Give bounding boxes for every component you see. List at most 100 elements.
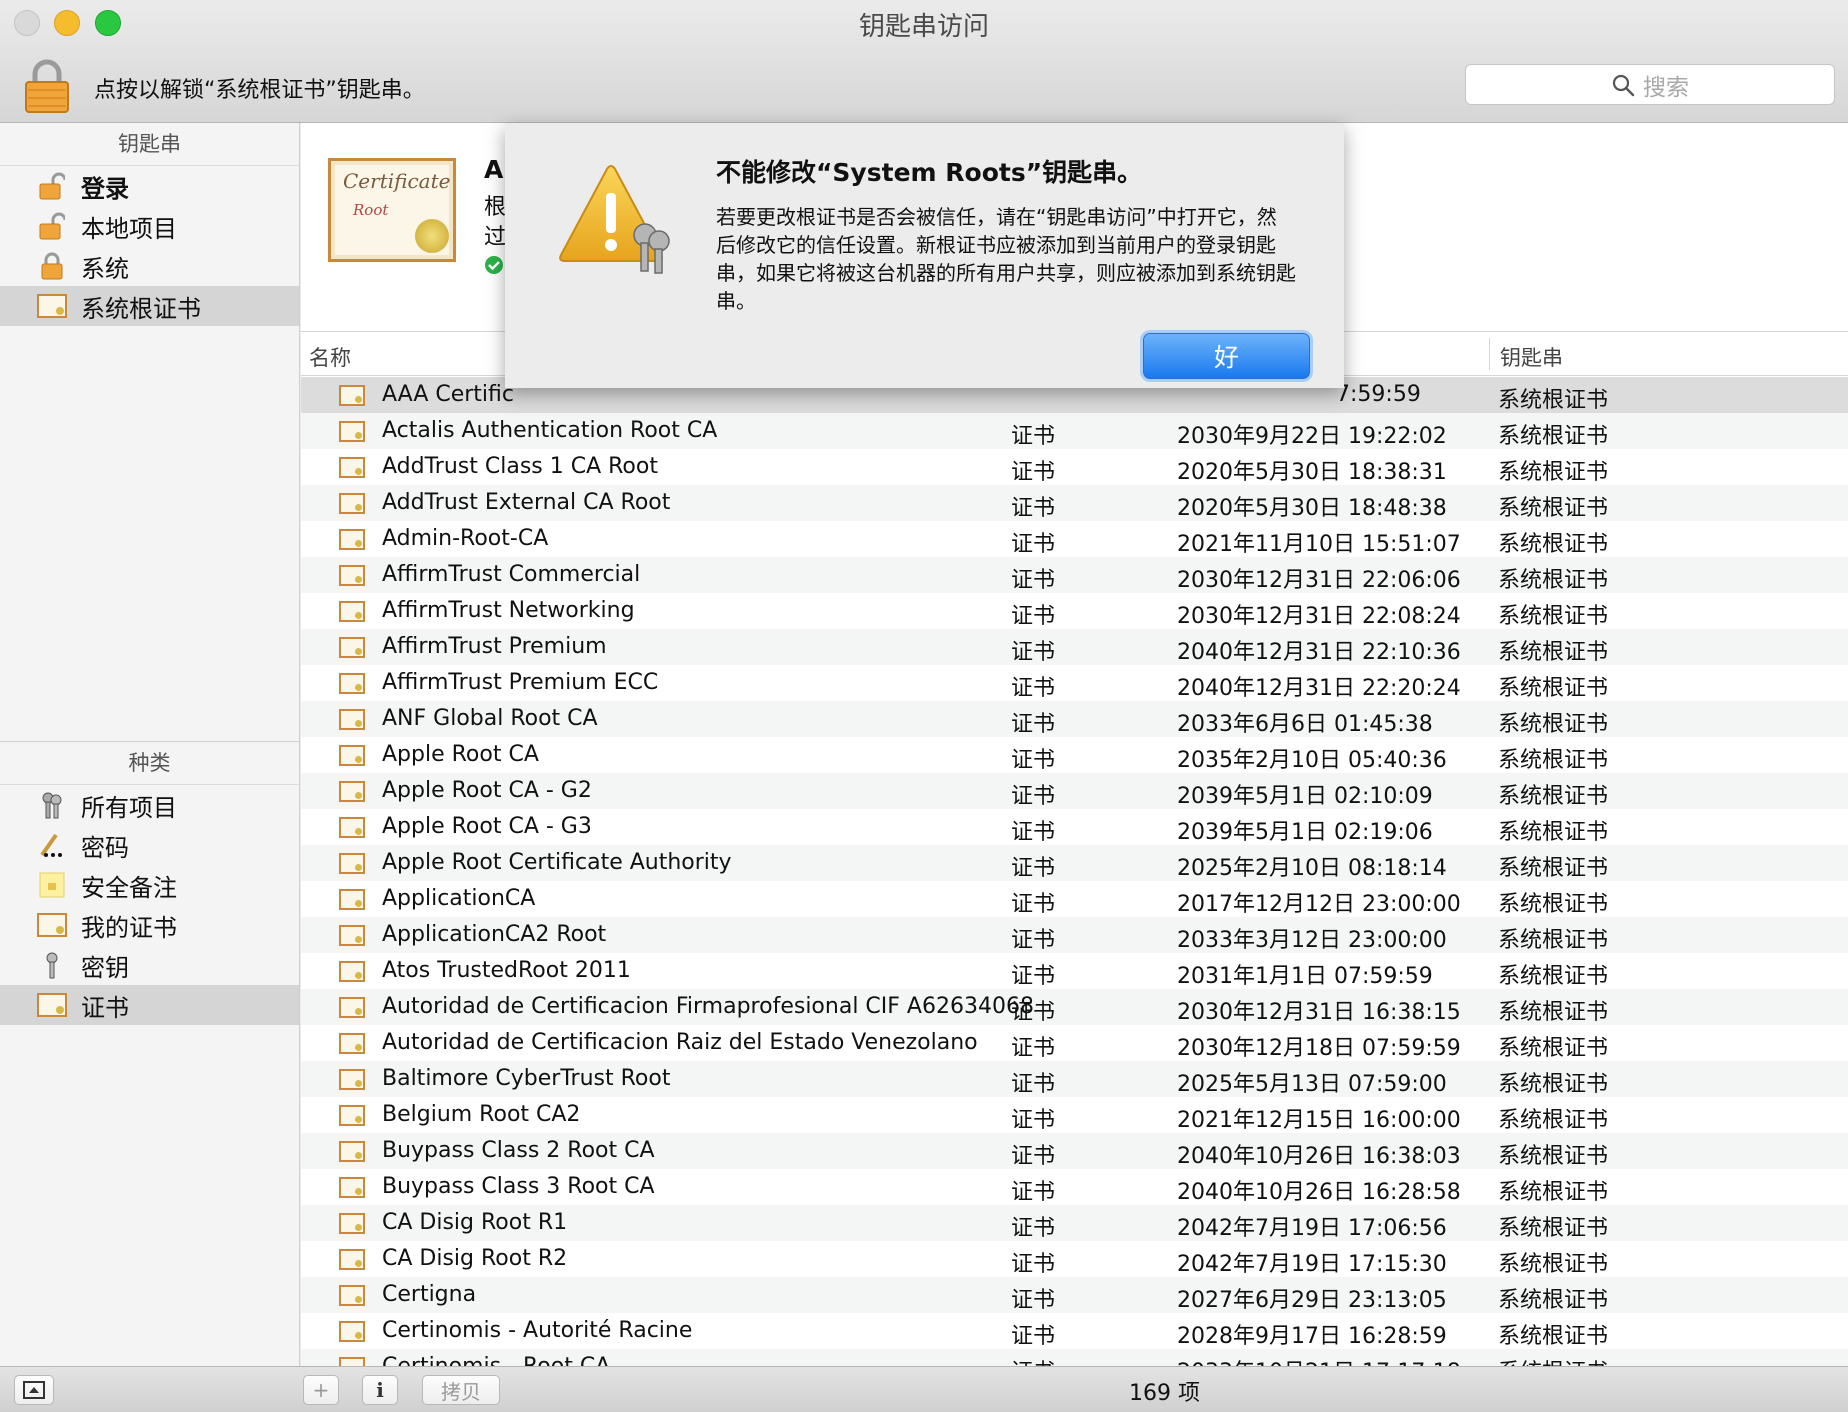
cell-kind: 证书 bbox=[1011, 820, 1056, 845]
cell-keychain: 系统根证书 bbox=[1498, 1180, 1609, 1205]
cell-keychain: 系统根证书 bbox=[1498, 496, 1609, 521]
cell-keychain: 系统根证书 bbox=[1498, 928, 1609, 953]
cell-name: Buypass Class 2 Root CA bbox=[382, 1138, 655, 1163]
table-row[interactable]: Buypass Class 2 Root CA 证书 2040年10月26日 16:… bbox=[301, 1133, 1848, 1169]
table-row[interactable]: Apple Root Certificate Authority 证书 2025年2… bbox=[301, 845, 1848, 881]
table-row[interactable]: Certinomis - Autorité Racine 证书 2028年9月17日… bbox=[301, 1313, 1848, 1349]
table-row[interactable]: Apple Root CA - G3 证书 2039年5月1日 02:19:06 系统… bbox=[301, 809, 1848, 845]
table-row[interactable]: Baltimore CyberTrust Root 证书 2025年5月13日 07… bbox=[301, 1061, 1848, 1097]
cell-keychain: 系统根证书 bbox=[1498, 964, 1609, 989]
lock-icon bbox=[37, 251, 67, 281]
table-row[interactable]: Atos TrustedRoot 2011 证书 2031年1月1日 07:59:5… bbox=[301, 953, 1848, 989]
cell-keychain: 系统根证书 bbox=[1498, 892, 1609, 917]
table-row[interactable]: AffirmTrust Commercial 证书 2030年12月31日 22:0… bbox=[301, 557, 1848, 593]
cell-keychain: 系统根证书 bbox=[1498, 1108, 1609, 1133]
certificate-icon bbox=[339, 1141, 365, 1162]
cell-kind: 证书 bbox=[1011, 532, 1056, 557]
cell-name: Baltimore CyberTrust Root bbox=[382, 1066, 671, 1091]
info-button[interactable]: i bbox=[362, 1375, 398, 1405]
cell-kind: 证书 bbox=[1011, 1000, 1056, 1025]
keychain-item[interactable]: 登录 bbox=[0, 166, 299, 206]
table-row[interactable]: Certinomis - Root CA 证书 2033年10月21日 17:17:… bbox=[301, 1349, 1848, 1366]
certificate-icon bbox=[339, 997, 365, 1018]
cell-name: AffirmTrust Commercial bbox=[382, 562, 641, 587]
cell-kind: 证书 bbox=[1011, 496, 1056, 521]
certificate-icon bbox=[37, 990, 67, 1020]
cell-name: Certinomis - Root CA bbox=[382, 1354, 610, 1366]
table-row[interactable]: Belgium Root CA2 证书 2021年12月15日 16:00:00 系统… bbox=[301, 1097, 1848, 1133]
search-input[interactable]: 搜索 bbox=[1465, 64, 1835, 105]
table-row[interactable]: AddTrust External CA Root 证书 2020年5月30日 18… bbox=[301, 485, 1848, 521]
table-row[interactable]: AffirmTrust Premium 证书 2040年12月31日 22:10:3… bbox=[301, 629, 1848, 665]
table-row[interactable]: AffirmTrust Networking 证书 2030年12月31日 22:0… bbox=[301, 593, 1848, 629]
column-header-keychain[interactable]: 钥匙串 bbox=[1500, 342, 1563, 372]
cell-keychain: 系统根证书 bbox=[1498, 748, 1609, 773]
cell-date: 2030年12月31日 22:08:24 bbox=[1177, 604, 1461, 629]
keychain-item[interactable]: 系统 bbox=[0, 246, 299, 286]
column-header-name[interactable]: 名称 bbox=[309, 342, 351, 372]
cell-name: AddTrust Class 1 CA Root bbox=[382, 454, 658, 479]
keychain-item-label: 登录 bbox=[81, 174, 129, 203]
column-divider[interactable] bbox=[1489, 338, 1490, 370]
cell-kind: 证书 bbox=[1011, 1180, 1056, 1205]
unlock-prompt[interactable]: 点按以解锁“系统根证书”钥匙串。 bbox=[94, 72, 425, 104]
category-list: 所有项目 密码 安全备注 我的证书 密钥 证书 bbox=[0, 785, 299, 1025]
cell-date: 2042年7月19日 17:15:30 bbox=[1177, 1252, 1447, 1277]
table-row[interactable]: AffirmTrust Premium ECC 证书 2040年12月31日 22:… bbox=[301, 665, 1848, 701]
certificate-icon bbox=[339, 1357, 365, 1366]
table-row[interactable]: Admin-Root-CA 证书 2021年11月10日 15:51:07 系统根证书 bbox=[301, 521, 1848, 557]
keychain-item[interactable]: 本地项目 bbox=[0, 206, 299, 246]
copy-button[interactable]: 拷贝 bbox=[422, 1375, 500, 1405]
cell-kind: 证书 bbox=[1011, 1216, 1056, 1241]
cell-date: 2021年11月10日 15:51:07 bbox=[1177, 532, 1461, 557]
cell-keychain: 系统根证书 bbox=[1498, 460, 1609, 485]
category-item[interactable]: 密钥 bbox=[0, 945, 299, 985]
toggle-sidebar-button[interactable] bbox=[14, 1375, 54, 1405]
category-item[interactable]: 我的证书 bbox=[0, 905, 299, 945]
category-item[interactable]: 安全备注 bbox=[0, 865, 299, 905]
unlocked-lock-icon bbox=[37, 211, 67, 241]
table-row[interactable]: CA Disig Root R1 证书 2042年7月19日 17:06:56 系统根… bbox=[301, 1205, 1848, 1241]
cell-keychain: 系统根证书 bbox=[1498, 1216, 1609, 1241]
trusted-check-icon bbox=[485, 256, 503, 274]
cell-keychain: 系统根证书 bbox=[1498, 1072, 1609, 1097]
cell-name: Apple Root Certificate Authority bbox=[382, 850, 732, 875]
table-row[interactable]: Certigna 证书 2027年6月29日 23:13:05 系统根证书 bbox=[301, 1277, 1848, 1313]
cell-date: 2039年5月1日 02:19:06 bbox=[1177, 820, 1433, 845]
cell-name: ANF Global Root CA bbox=[382, 706, 598, 731]
cell-name: Apple Root CA bbox=[382, 742, 539, 767]
keychain-item[interactable]: 系统根证书 bbox=[0, 286, 299, 326]
table-row[interactable]: CA Disig Root R2 证书 2042年7月19日 17:15:30 系统根… bbox=[301, 1241, 1848, 1277]
table-row[interactable]: Apple Root CA - G2 证书 2039年5月1日 02:10:09 系统… bbox=[301, 773, 1848, 809]
sidebar: 钥匙串 登录 本地项目 系统 系统根证书 种类 所有项目 密码 安全备注 我的证书 密钥 证书 bbox=[0, 123, 300, 1366]
cell-name: AffirmTrust Premium ECC bbox=[382, 670, 659, 695]
table-row[interactable]: Apple Root CA 证书 2035年2月10日 05:40:36 系统根证书 bbox=[301, 737, 1848, 773]
certificate-icon bbox=[339, 1285, 365, 1306]
cell-kind: 证书 bbox=[1011, 856, 1056, 881]
table-row[interactable]: Autoridad de Certificacion Firmaprofesio… bbox=[301, 989, 1848, 1025]
certificate-table: AAA Certific 7:59:59 系统根证书 Actalis Authe… bbox=[301, 377, 1848, 1366]
category-item[interactable]: 密码 bbox=[0, 825, 299, 865]
certificate-icon bbox=[339, 1177, 365, 1198]
cell-keychain: 系统根证书 bbox=[1498, 856, 1609, 881]
table-row[interactable]: ApplicationCA 证书 2017年12月12日 23:00:00 系统根证书 bbox=[301, 881, 1848, 917]
unlock-button[interactable] bbox=[24, 58, 70, 114]
cell-keychain: 系统根证书 bbox=[1498, 568, 1609, 593]
toolbar: 钥匙串访问 点按以解锁“系统根证书”钥匙串。 搜索 bbox=[0, 0, 1848, 123]
category-item[interactable]: 所有项目 bbox=[0, 785, 299, 825]
ok-button[interactable]: 好 bbox=[1143, 333, 1310, 379]
certificate-icon bbox=[339, 421, 365, 442]
certificate-icon bbox=[339, 1213, 365, 1234]
table-row[interactable]: ANF Global Root CA 证书 2033年6月6日 01:45:38 系统… bbox=[301, 701, 1848, 737]
add-item-button[interactable]: + bbox=[303, 1375, 339, 1405]
table-row[interactable]: Actalis Authentication Root CA 证书 2030年9月2… bbox=[301, 413, 1848, 449]
all-items-icon bbox=[37, 790, 67, 820]
certificate-icon bbox=[339, 853, 365, 874]
category-item[interactable]: 证书 bbox=[0, 985, 299, 1025]
table-row[interactable]: ApplicationCA2 Root 证书 2033年3月12日 23:00:00… bbox=[301, 917, 1848, 953]
cell-date: 2040年12月31日 22:20:24 bbox=[1177, 676, 1461, 701]
table-row[interactable]: Autoridad de Certificacion Raiz del Esta… bbox=[301, 1025, 1848, 1061]
table-row[interactable]: AddTrust Class 1 CA Root 证书 2020年5月30日 18:… bbox=[301, 449, 1848, 485]
table-row[interactable]: Buypass Class 3 Root CA 证书 2040年10月26日 16:… bbox=[301, 1169, 1848, 1205]
cell-keychain: 系统根证书 bbox=[1498, 388, 1609, 413]
